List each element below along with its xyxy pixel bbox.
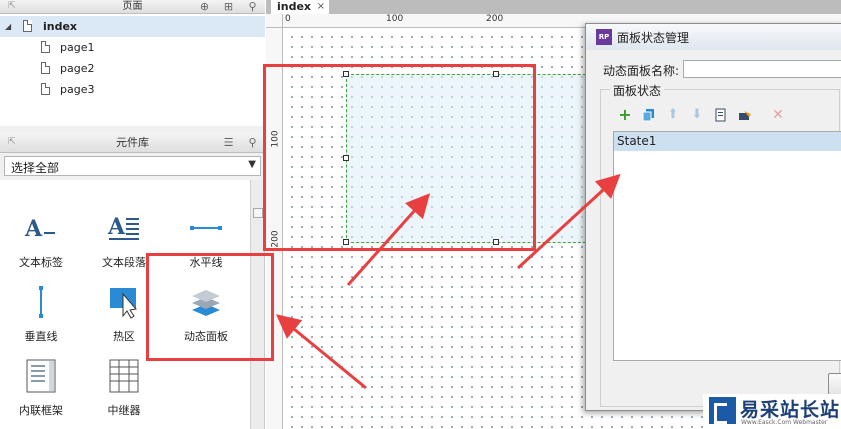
highlight-box-canvas bbox=[263, 64, 536, 251]
scrollbar-thumb[interactable] bbox=[253, 208, 263, 218]
add-folder-icon[interactable]: ⊞ bbox=[223, 1, 234, 12]
page-icon bbox=[23, 20, 32, 32]
close-icon[interactable]: × bbox=[317, 0, 325, 13]
delete-state-icon[interactable]: ✕ bbox=[771, 108, 785, 122]
panel-name-input[interactable] bbox=[683, 60, 841, 78]
dialog-titlebar[interactable]: RP 面板状态管理 bbox=[586, 24, 841, 50]
text-paragraph-icon: A bbox=[107, 214, 139, 240]
watermark-subtext: Www.Easck.Com Webmaster bbox=[741, 419, 828, 426]
library-panel-header: ⇱ 元件库 ☰ ⚲ bbox=[0, 133, 265, 153]
page-tree-label: page3 bbox=[60, 83, 95, 96]
panel-name-label: 动态面板名称: bbox=[603, 64, 680, 78]
widget-label: 中继器 bbox=[107, 404, 141, 417]
widget-text-label[interactable]: A 文本标签 bbox=[6, 196, 76, 269]
page-tree-item-index[interactable]: ◢ index bbox=[0, 16, 265, 37]
watermark: 易采站长站 Www.Easck.Com Webmaster bbox=[703, 394, 841, 429]
widget-label: 垂直线 bbox=[24, 330, 58, 343]
text-label-icon: A bbox=[24, 216, 55, 242]
add-state-icon[interactable]: + bbox=[618, 107, 632, 123]
search-icon[interactable]: ⚲ bbox=[247, 137, 258, 148]
tab-index[interactable]: index × bbox=[271, 0, 329, 14]
move-down-icon[interactable]: ⬇ bbox=[690, 108, 704, 122]
expand-triangle-icon[interactable]: ◢ bbox=[5, 16, 11, 37]
vertical-line-icon bbox=[39, 286, 43, 318]
highlight-box-dynamic-panel bbox=[146, 253, 274, 361]
move-up-icon[interactable]: ⬆ bbox=[666, 108, 680, 122]
menu-icon[interactable]: ☰ bbox=[223, 137, 234, 148]
svg-text:A: A bbox=[107, 214, 126, 240]
library-filter-value: 选择全部 bbox=[11, 161, 60, 175]
state-list: State1 bbox=[613, 131, 841, 361]
library-filter-select[interactable]: 选择全部 ▼ bbox=[4, 156, 261, 176]
inline-frame-icon bbox=[26, 359, 56, 393]
axure-rp-icon: RP bbox=[596, 29, 612, 45]
hotspot-icon bbox=[110, 288, 137, 319]
page-icon bbox=[41, 62, 50, 74]
canvas-tab-bar: index × bbox=[266, 0, 841, 14]
widget-vertical-line[interactable]: 垂直线 bbox=[6, 270, 76, 343]
watermark-text: 易采站长站 bbox=[740, 399, 841, 421]
search-icon[interactable]: ⚲ bbox=[247, 1, 258, 12]
list-item[interactable]: State1 bbox=[614, 132, 841, 151]
page-tree-label: page2 bbox=[60, 62, 95, 75]
page-icon bbox=[41, 83, 50, 95]
left-sidebar: ⇱ 页面 ⊕ ⊞ ⚲ ◢ index page1 page2 page3 ⇱ 元… bbox=[0, 0, 265, 429]
page-tree-item-page1[interactable]: page1 bbox=[0, 37, 265, 58]
page-tree: ◢ index page1 page2 page3 bbox=[0, 14, 265, 126]
svg-text:A: A bbox=[24, 216, 43, 242]
widget-label: 内联框架 bbox=[19, 404, 63, 417]
panel-state-dialog: RP 面板状态管理 动态面板名称: 面板状态 + ⬆ ⬇ ✕ State1 bbox=[585, 23, 841, 411]
widget-inline-frame[interactable]: 内联框架 bbox=[6, 344, 76, 417]
ruler-tick-label: 200 bbox=[486, 14, 504, 24]
edit-state-icon[interactable] bbox=[714, 108, 728, 122]
horizontal-line-icon bbox=[190, 226, 222, 230]
page-tree-item-page3[interactable]: page3 bbox=[0, 79, 265, 100]
page-tree-label: index bbox=[43, 20, 78, 33]
ruler-tick-label: 100 bbox=[386, 14, 404, 24]
pages-panel-header: ⇱ 页面 ⊕ ⊞ ⚲ bbox=[0, 0, 265, 14]
page-icon bbox=[41, 41, 50, 53]
chevron-down-icon: ▼ bbox=[248, 159, 256, 170]
edit-all-states-icon[interactable] bbox=[738, 108, 752, 122]
add-page-icon[interactable]: ⊕ bbox=[199, 1, 210, 12]
dialog-title: 面板状态管理 bbox=[617, 31, 690, 45]
repeater-icon bbox=[109, 359, 139, 393]
tab-label: index bbox=[277, 0, 312, 13]
watermark-logo-icon bbox=[709, 397, 736, 424]
ruler-corner bbox=[266, 14, 283, 28]
duplicate-state-icon[interactable] bbox=[642, 108, 656, 122]
ok-button[interactable] bbox=[828, 373, 841, 395]
page-tree-item-page2[interactable]: page2 bbox=[0, 58, 265, 79]
panel-states-group-label: 面板状态 bbox=[610, 82, 665, 99]
page-tree-label: page1 bbox=[60, 41, 95, 54]
widget-label: 文本标签 bbox=[19, 256, 63, 269]
ruler-tick-label: 0 bbox=[285, 14, 291, 24]
